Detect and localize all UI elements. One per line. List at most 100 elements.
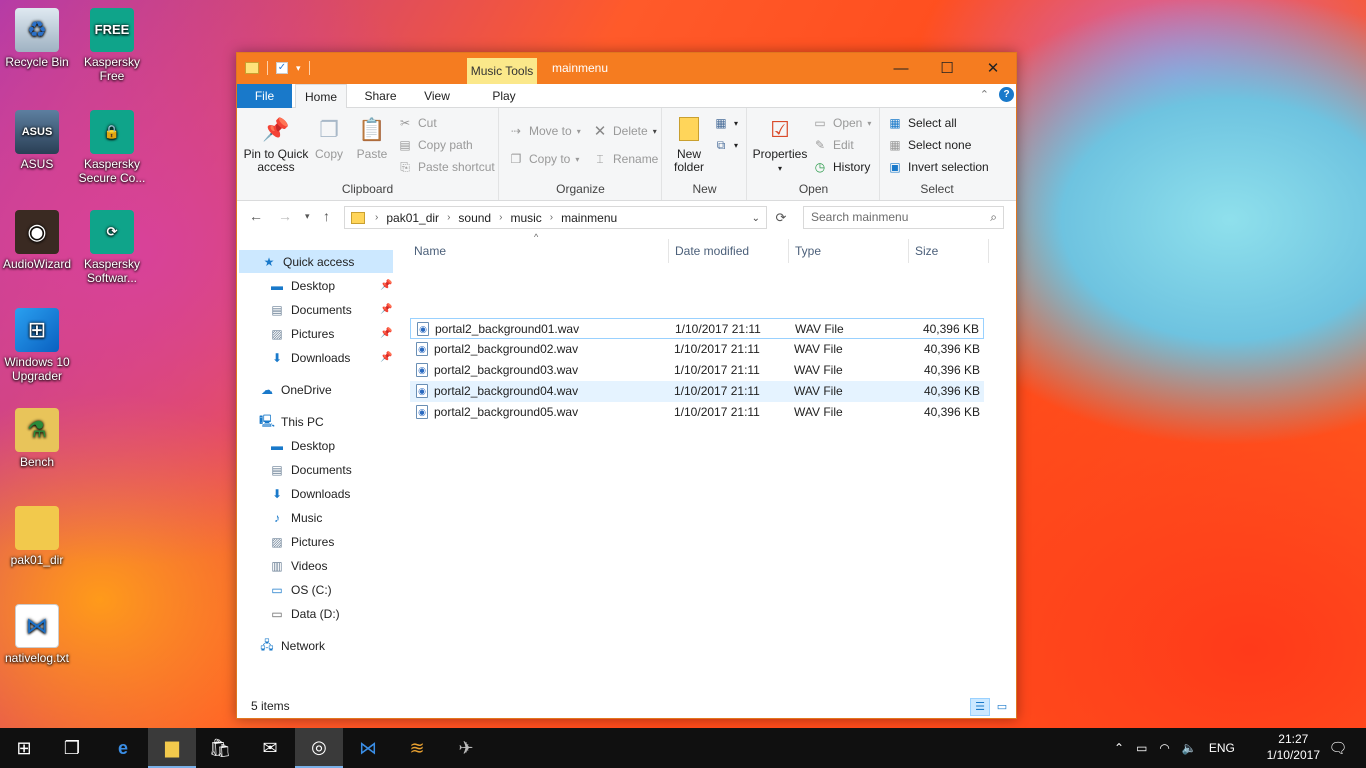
- up-arrow-icon[interactable]: ↑: [323, 208, 330, 224]
- breadcrumb-sound[interactable]: sound: [458, 211, 491, 225]
- column-separator[interactable]: [788, 239, 789, 263]
- desktop-icon-kaspersky-software[interactable]: ⟳ Kaspersky Softwar...: [75, 210, 149, 285]
- breadcrumb-separator-icon[interactable]: ›: [447, 212, 450, 223]
- qat-dropdown-icon[interactable]: ▾: [296, 63, 301, 74]
- window-title: mainmenu: [552, 61, 609, 75]
- wifi-icon[interactable]: ◠: [1159, 741, 1169, 755]
- column-header-date-modified[interactable]: Date modified: [675, 239, 749, 263]
- move-to-button[interactable]: ⇢ Move to ▾: [508, 122, 581, 140]
- properties-button[interactable]: ☑ Properties ▾: [752, 114, 808, 175]
- pin-to-quick-access-button[interactable]: 📌 Pin to Quick access: [243, 114, 309, 174]
- mail-icon[interactable]: ✉: [246, 728, 294, 768]
- collapse-ribbon-icon[interactable]: ⌃: [980, 88, 989, 101]
- tab-share[interactable]: Share: [353, 84, 408, 108]
- new-item-button[interactable]: ▦ ▾: [713, 114, 738, 132]
- input-language[interactable]: ENG: [1209, 741, 1235, 755]
- column-header-name[interactable]: Name: [414, 239, 446, 263]
- battery-icon[interactable]: ▭: [1136, 741, 1147, 755]
- desktop-icon-label: AudioWizard: [2, 257, 72, 271]
- desktop-icon-windows-upgrader[interactable]: ⊞ Windows 10 Upgrader: [0, 308, 74, 383]
- refresh-icon[interactable]: ⟳: [771, 206, 791, 229]
- paste-shortcut-button[interactable]: ⎘ Paste shortcut: [397, 158, 495, 176]
- column-separator[interactable]: [988, 239, 989, 263]
- tab-view[interactable]: View: [412, 84, 462, 108]
- history-button[interactable]: ◷ History: [812, 158, 871, 176]
- clock[interactable]: 21:27 1/10/2017: [1267, 731, 1320, 763]
- breadcrumb-mainmenu[interactable]: mainmenu: [561, 211, 617, 225]
- address-bar[interactable]: › pak01_dir › sound › music › mainmenu ⌄: [344, 206, 767, 229]
- breadcrumb-separator-icon[interactable]: ›: [499, 212, 502, 223]
- new-folder-button[interactable]: New folder: [667, 114, 711, 174]
- edit-icon: ✎: [814, 138, 826, 152]
- tab-play[interactable]: Play: [470, 84, 538, 108]
- file-row[interactable]: ◉ portal2_background01.wav 1/10/2017 21:…: [410, 318, 984, 339]
- file-row[interactable]: ◉ portal2_background03.wav 1/10/2017 21:…: [410, 360, 984, 381]
- close-button[interactable]: ✕: [970, 53, 1016, 83]
- copy-button[interactable]: ❐ Copy: [313, 114, 345, 161]
- properties-qat-icon[interactable]: ✓: [276, 62, 288, 74]
- flame-app-icon[interactable]: ≋: [393, 728, 441, 768]
- column-separator[interactable]: [908, 239, 909, 263]
- desktop-icon-nativelog[interactable]: ⋈ nativelog.txt: [0, 604, 74, 665]
- breadcrumb-music[interactable]: music: [510, 211, 541, 225]
- large-icons-view-icon[interactable]: ▭: [992, 698, 1012, 716]
- tab-home[interactable]: Home: [295, 84, 347, 109]
- vscode-icon[interactable]: ⋈: [344, 728, 392, 768]
- desktop-icon-kaspersky-free[interactable]: FREE Kaspersky Free: [75, 8, 149, 83]
- steam-icon[interactable]: ◎: [295, 728, 343, 768]
- column-header-type[interactable]: Type: [795, 239, 821, 263]
- easy-access-icon: ⧉: [716, 137, 726, 152]
- delete-button[interactable]: ✕ Delete ▾: [592, 122, 657, 140]
- rename-button[interactable]: ⌶ Rename: [592, 150, 658, 168]
- select-all-icon: ▦: [889, 116, 901, 130]
- desktop-icon-pak01-dir[interactable]: pak01_dir: [0, 506, 74, 567]
- breadcrumb-separator-icon[interactable]: ›: [375, 212, 378, 223]
- desktop-icon-asus[interactable]: ASUS ASUS: [0, 110, 74, 171]
- forward-arrow-icon[interactable]: →: [278, 208, 292, 224]
- start-windows-icon[interactable]: ⊞: [0, 728, 48, 768]
- file-row[interactable]: ◉ portal2_background05.wav 1/10/2017 21:…: [410, 402, 984, 423]
- recent-locations-icon[interactable]: ▾: [305, 211, 310, 222]
- tab-file[interactable]: File: [237, 84, 292, 108]
- address-dropdown-icon[interactable]: ⌄: [752, 213, 760, 224]
- select-none-button[interactable]: ▦ Select none: [887, 136, 971, 154]
- store-icon[interactable]: 🛍: [196, 728, 244, 768]
- task-view-icon[interactable]: ❐: [48, 728, 96, 768]
- desktop-icon-audiowizard[interactable]: ◉ AudioWizard: [0, 210, 74, 271]
- search-input[interactable]: Search mainmenu ⌕: [803, 206, 1004, 229]
- paste-button[interactable]: 📋 Paste: [353, 114, 391, 161]
- desktop-icon-bench[interactable]: ⚗ Bench: [0, 408, 74, 469]
- maximize-button[interactable]: ☐: [924, 53, 970, 83]
- file-row[interactable]: ◉ portal2_background02.wav 1/10/2017 21:…: [410, 339, 984, 360]
- file-row[interactable]: ◉ portal2_background04.wav 1/10/2017 21:…: [410, 381, 984, 402]
- cut-button[interactable]: ✂ Cut: [397, 114, 437, 132]
- copy-path-button[interactable]: ▤ Copy path: [397, 136, 472, 154]
- system-tray: ⌃ ▭ ◠ 🔈 ENG: [1114, 728, 1235, 768]
- desktop-icon-kaspersky-secure[interactable]: 🔒 Kaspersky Secure Co...: [75, 110, 149, 185]
- select-none-icon: ▦: [889, 138, 901, 152]
- tray-app-icon[interactable]: ✈: [442, 728, 490, 768]
- back-arrow-icon[interactable]: ←: [249, 208, 263, 224]
- breadcrumb-pak01-dir[interactable]: pak01_dir: [386, 211, 439, 225]
- volume-icon[interactable]: 🔈: [1182, 741, 1197, 755]
- edge-browser-icon[interactable]: e: [99, 728, 147, 768]
- column-header-size[interactable]: Size: [915, 239, 938, 263]
- help-icon[interactable]: ?: [999, 87, 1014, 102]
- minimize-button[interactable]: —: [878, 53, 924, 83]
- breadcrumb-separator-icon[interactable]: ›: [550, 212, 553, 223]
- title-bar[interactable]: ✓ ▾ Music Tools mainmenu — ☐ ✕: [237, 53, 1016, 84]
- action-center-icon[interactable]: 🗨: [1314, 728, 1362, 768]
- column-separator[interactable]: [668, 239, 669, 263]
- select-all-button[interactable]: ▦ Select all: [887, 114, 956, 132]
- details-view-icon[interactable]: ☰: [970, 698, 990, 716]
- desktop-icon-recycle-bin[interactable]: ♻ Recycle Bin: [0, 8, 74, 69]
- show-hidden-icons-icon[interactable]: ⌃: [1114, 741, 1124, 755]
- copy-to-button[interactable]: ❐ Copy to ▾: [508, 150, 580, 168]
- open-button[interactable]: ▭ Open ▾: [812, 114, 871, 132]
- easy-access-button[interactable]: ⧉ ▾: [713, 136, 738, 154]
- kaspersky-secure-icon: 🔒: [90, 110, 134, 154]
- edit-button[interactable]: ✎ Edit: [812, 136, 854, 154]
- file-explorer-icon[interactable]: ▆: [148, 728, 196, 768]
- recycle-bin-icon: ♻: [15, 8, 59, 52]
- invert-selection-button[interactable]: ▣ Invert selection: [887, 158, 988, 176]
